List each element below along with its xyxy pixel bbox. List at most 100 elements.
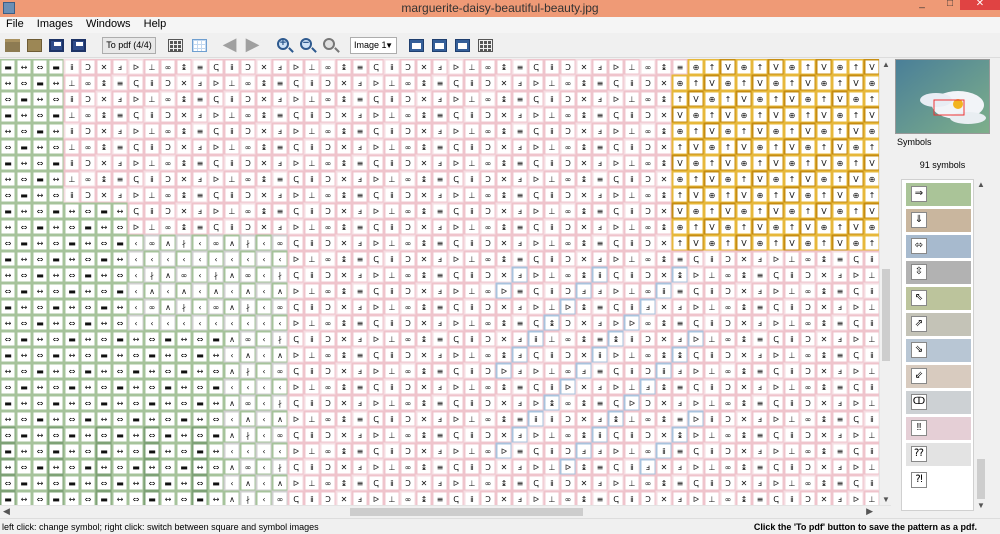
pattern-cell-symbol: ↑ — [757, 111, 764, 120]
symbol-list-item[interactable]: ⇳ — [906, 261, 971, 284]
to-pdf-button[interactable]: To pdf (4/4) — [102, 37, 156, 54]
menu-images[interactable]: Images — [32, 17, 78, 31]
pattern-cell-symbol: ᐅ — [293, 479, 299, 488]
close-button[interactable]: ✕ — [960, 0, 1000, 10]
pattern-cell-symbol: ↔ — [165, 447, 172, 456]
pattern-cell-symbol: ✕ — [501, 335, 508, 344]
symbol-list-item[interactable]: ⇙ — [906, 365, 971, 388]
pattern-cell-symbol: Ↄ — [405, 223, 411, 232]
pattern-cell-symbol: ▬ — [180, 463, 188, 472]
vertical-scrollbar[interactable]: ▲ ▼ — [879, 59, 891, 505]
pattern-cell-symbol: ▬ — [36, 223, 44, 232]
pattern-cell-symbol: ᐅ — [453, 479, 459, 488]
pattern-cell-symbol: ↔ — [37, 383, 44, 392]
pattern-cell-symbol: ∧ — [165, 303, 171, 312]
open-2-button[interactable] — [25, 36, 44, 55]
minimize-button[interactable]: _ — [908, 0, 936, 10]
save-button[interactable] — [47, 36, 66, 55]
symbol-list-item[interactable]: ⇓ — [906, 209, 971, 232]
zoom-out-button[interactable]: − — [297, 36, 316, 55]
scroll-up-icon[interactable]: ▲ — [882, 60, 890, 69]
pattern-cell-symbol: ᐅ — [693, 271, 699, 280]
symbol-list-item[interactable]: ⇒ — [906, 183, 971, 206]
pattern-cell-symbol: ↑ — [741, 223, 748, 232]
pattern-cell-symbol: ᐅ — [453, 95, 459, 104]
pattern-cell-symbol: ↨ — [581, 143, 588, 152]
symbol-glyph: ⁈ — [911, 472, 927, 488]
pattern-cell-symbol: ⇔ — [37, 111, 44, 120]
symbol-list-item[interactable]: ⁇ — [906, 443, 971, 466]
pattern-cell-symbol: ▬ — [36, 319, 44, 328]
pattern-cell-symbol: ↔ — [213, 399, 220, 408]
symbol-scroll-down-icon[interactable]: ▼ — [977, 501, 985, 510]
symbol-list-item[interactable]: ⁈ — [906, 469, 971, 492]
symbol-list-item[interactable]: ⇖ — [906, 287, 971, 310]
next-button[interactable]: ▶ — [243, 35, 262, 55]
pattern-cell-symbol: ✕ — [181, 143, 188, 152]
symbol-list-item[interactable]: ⇘ — [906, 339, 971, 362]
pattern-cell-symbol: ⊥ — [629, 255, 636, 264]
menu-windows[interactable]: Windows — [81, 17, 136, 31]
pattern-cell-symbol: ⅎ — [358, 175, 362, 184]
symbol-grid-button[interactable] — [166, 36, 185, 55]
pattern-cell-symbol: ↨ — [581, 239, 588, 248]
symbol-list-item[interactable]: ‼ — [906, 417, 971, 440]
menu-bar: File Images Windows Help — [0, 17, 1000, 33]
pattern-cell-symbol: ⅱ — [662, 287, 666, 296]
symbol-scroll-up-icon[interactable]: ▲ — [977, 180, 985, 189]
pattern-cell-symbol: Ↄ — [165, 143, 171, 152]
previous-button[interactable]: ◀ — [220, 35, 239, 55]
zoom-reset-button[interactable] — [320, 36, 339, 55]
pattern-cell-symbol: ⅎ — [678, 399, 682, 408]
pattern-cell-symbol: ∞ — [805, 319, 812, 328]
pattern-cell-symbol: ✕ — [341, 367, 348, 376]
pattern-cell-symbol: ⊕ — [853, 95, 860, 104]
pattern-cell-symbol: ⇔ — [133, 399, 140, 408]
zoom-in-button[interactable]: + — [274, 36, 293, 55]
image-select[interactable]: Image 1 ▼ — [350, 37, 397, 54]
pattern-cell-symbol: ∞ — [165, 95, 172, 104]
pattern-cell-symbol: ∞ — [405, 431, 412, 440]
vertical-scroll-thumb[interactable] — [882, 269, 890, 361]
pattern-cell-symbol: ▬ — [4, 399, 12, 408]
pattern-cell-symbol: ∞ — [485, 383, 492, 392]
symbol-list-item[interactable]: ⇗ — [906, 313, 971, 336]
symbol-list-item[interactable]: ⬄ — [906, 235, 971, 258]
view-2-button[interactable] — [430, 36, 449, 55]
menu-help[interactable]: Help — [139, 17, 172, 31]
pattern-cell-symbol: ᐅ — [565, 383, 571, 392]
pattern-cell-symbol: ▬ — [84, 415, 92, 424]
horizontal-scroll-thumb[interactable] — [350, 508, 583, 516]
pattern-cell-symbol: ↅ — [453, 111, 459, 120]
pattern-cell-symbol: ≡ — [517, 415, 524, 424]
symbol-scroll-thumb[interactable] — [977, 459, 985, 499]
scroll-left-icon[interactable]: ◀ — [3, 506, 10, 517]
square-grid-button[interactable] — [190, 36, 209, 55]
symbol-list-item[interactable]: ↀ — [906, 391, 971, 414]
pattern-cell-symbol: ᐅ — [533, 175, 539, 184]
symbol-list-scrollbar[interactable]: ▲ ▼ — [974, 179, 988, 511]
pattern-grid[interactable]: ▬ ↔ ⇔ ▬ ⅱ Ↄ ✕ ⅎ ᐅ ⊥ ∞ ↨ ≡ ↅ ⅱ Ↄ ✕ ⅎ ᐅ ⊥ ∞ ↨ ≡ ↅ ⅱ Ↄ ✕ ⅎ ᐅ ⊥ ∞ ↨ ≡ ↅ ⅱ Ↄ ✕ ⅎ ᐅ ⊥… — [0, 59, 879, 505]
image-thumbnail[interactable] — [895, 59, 990, 134]
pattern-cell-symbol: ‹ — [134, 255, 137, 264]
horizontal-scrollbar[interactable]: ◀ ▶ — [0, 505, 891, 518]
pattern-cell-symbol: ⊥ — [709, 335, 716, 344]
menu-file[interactable]: File — [1, 17, 29, 31]
symbol-count: 91 symbols — [919, 160, 966, 170]
pattern-cell-symbol: ↑ — [821, 143, 828, 152]
scroll-right-icon[interactable]: ▶ — [866, 506, 873, 517]
view-4-button[interactable] — [476, 36, 495, 55]
pattern-canvas[interactable]: ▬ ↔ ⇔ ▬ ⅱ Ↄ ✕ ⅎ ᐅ ⊥ ∞ ↨ ≡ ↅ ⅱ Ↄ ✕ ⅎ ᐅ ⊥ ∞ ↨ ≡ ↅ ⅱ Ↄ ✕ ⅎ ᐅ ⊥ ∞ ↨ ≡ ↅ ⅱ Ↄ ✕ ⅎ ᐅ ⊥… — [0, 59, 879, 505]
pattern-cell-symbol: ⊥ — [469, 383, 476, 392]
save-as-button[interactable] — [69, 36, 88, 55]
open-button[interactable] — [3, 36, 22, 55]
pattern-cell-symbol: Ↄ — [645, 495, 651, 504]
pattern-cell-symbol: ≡ — [517, 223, 524, 232]
symbol-list[interactable]: ⇒ ⇓ ⬄ ⇳ ⇖ ⇗ ⇘ ⇙ ↀ ‼ ⁇ ⁈ — [901, 179, 974, 511]
pattern-cell-symbol: ⅎ — [838, 463, 842, 472]
pattern-cell-symbol: ‹ — [262, 479, 265, 488]
scroll-down-icon[interactable]: ▼ — [882, 495, 890, 504]
view-3-button[interactable] — [453, 36, 472, 55]
view-1-button[interactable] — [407, 36, 426, 55]
pattern-cell-symbol: ⅱ — [630, 239, 634, 248]
